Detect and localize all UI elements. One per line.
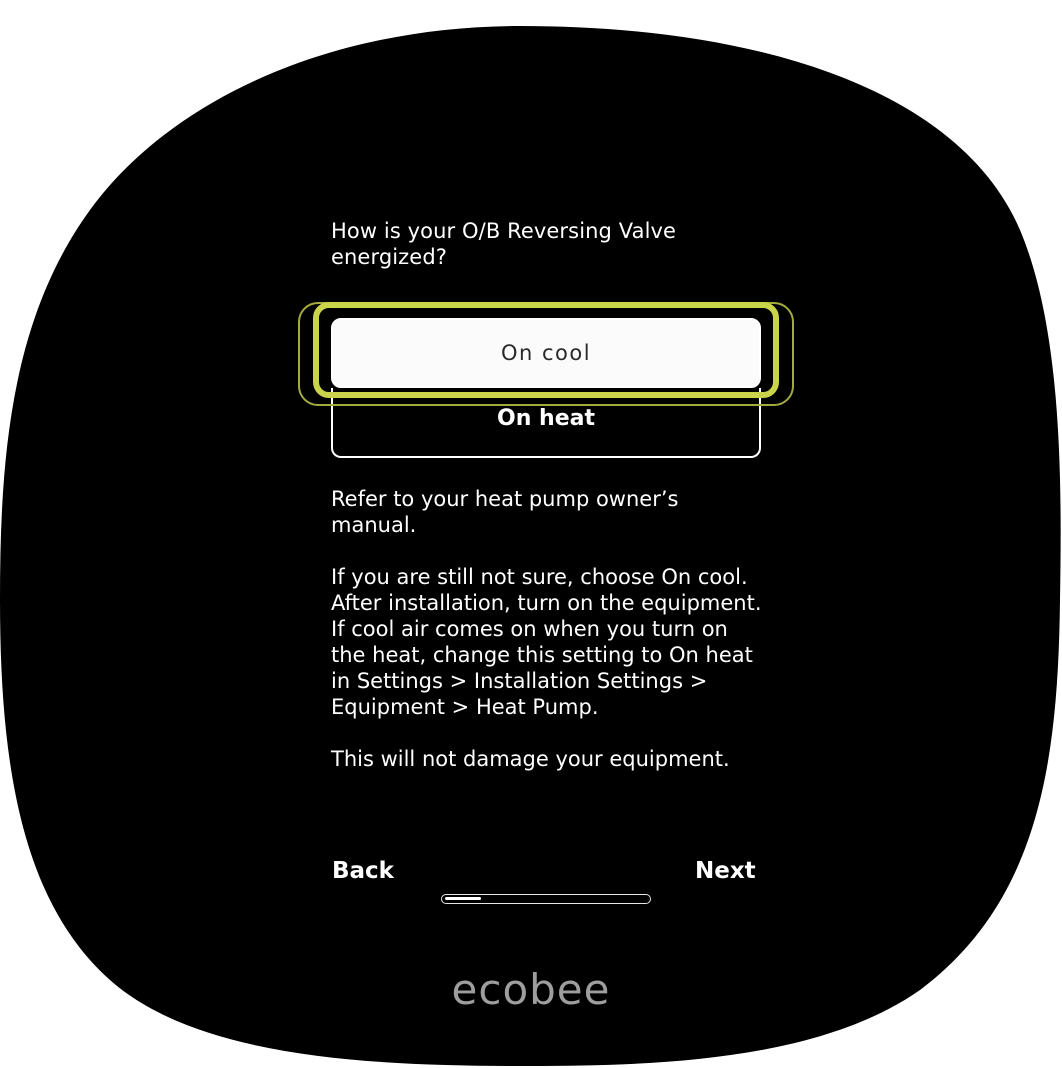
thermostat-device: How is your O/B Reversing Valve energize… [0,0,1062,1068]
help-text: Refer to your heat pump owner’s manual. … [331,486,763,798]
option-label: On heat [497,406,595,431]
option-on-cool-button[interactable]: On cool [331,318,761,388]
help-paragraph-instructions: If you are still not sure, choose On coo… [331,565,762,719]
option-on-heat-button[interactable]: On heat [331,388,761,458]
brand-logo: ecobee [451,965,611,1014]
question-heading: How is your O/B Reversing Valve energize… [331,219,677,269]
help-paragraph-manual: Refer to your heat pump owner’s manual. [331,487,679,537]
back-button[interactable]: Back [332,858,394,884]
setup-progress-fill [445,897,481,900]
next-button[interactable]: Next [695,858,756,884]
help-paragraph-reassurance: This will not damage your equipment. [331,747,730,771]
option-label: On cool [500,341,592,365]
setup-progress-bar [441,894,651,904]
